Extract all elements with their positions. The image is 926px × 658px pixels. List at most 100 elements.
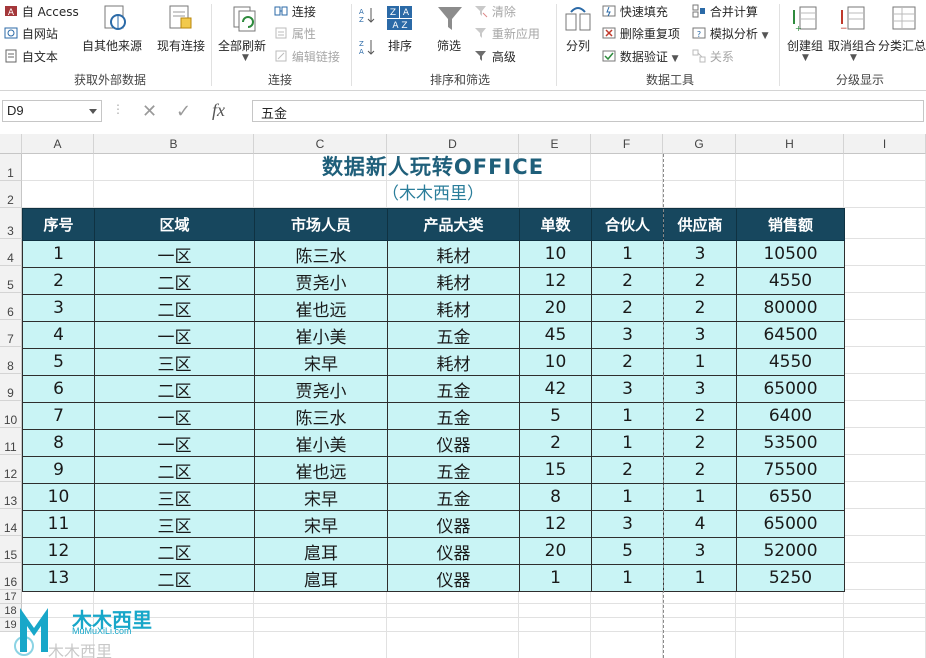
table-cell[interactable]: 6400 (736, 402, 845, 430)
table-cell[interactable]: 1 (22, 240, 95, 268)
table-cell[interactable]: 仪器 (387, 429, 520, 457)
existing-connections-button[interactable]: 现有连接 (157, 37, 205, 54)
row-header-1[interactable]: 1 (0, 154, 22, 181)
table-cell[interactable]: 3 (22, 294, 95, 322)
table-cell[interactable]: 三区 (94, 510, 255, 538)
table-cell[interactable]: 仪器 (387, 564, 520, 592)
table-cell[interactable]: 二区 (94, 456, 255, 484)
column-header-f[interactable]: F (591, 134, 663, 154)
relationships-button[interactable]: 关系 (692, 48, 734, 66)
table-cell[interactable]: 五金 (387, 483, 520, 511)
row-header-5[interactable]: 5 (0, 266, 22, 293)
table-cell[interactable]: 贾尧小 (254, 267, 388, 295)
table-cell[interactable]: 1 (591, 564, 664, 592)
table-cell[interactable]: 三区 (94, 483, 255, 511)
from-text-button[interactable]: 自文本 (4, 48, 58, 66)
table-header-cell[interactable]: 市场人员 (254, 208, 388, 241)
row-header-10[interactable]: 10 (0, 401, 22, 428)
insert-function-icon[interactable]: fx (212, 100, 225, 121)
flash-fill-button[interactable]: 快速填充 (602, 3, 668, 21)
table-cell[interactable]: 扈耳 (254, 537, 388, 565)
table-cell[interactable]: 一区 (94, 321, 255, 349)
table-cell[interactable]: 2 (663, 456, 737, 484)
table-cell[interactable]: 1 (519, 564, 592, 592)
ungroup-dropdown-icon[interactable]: ▼ (850, 53, 857, 63)
table-cell[interactable]: 15 (519, 456, 592, 484)
table-cell[interactable]: 3 (591, 375, 664, 403)
table-cell[interactable]: 5 (22, 348, 95, 376)
row-header-9[interactable]: 9 (0, 374, 22, 401)
table-cell[interactable]: 一区 (94, 240, 255, 268)
table-cell[interactable]: 扈耳 (254, 564, 388, 592)
column-header-a[interactable]: A (22, 134, 94, 154)
table-cell[interactable]: 12 (519, 267, 592, 295)
table-cell[interactable]: 2 (591, 267, 664, 295)
column-header-d[interactable]: D (387, 134, 519, 154)
table-cell[interactable]: 3 (663, 375, 737, 403)
row-header-3[interactable]: 3 (0, 208, 22, 239)
edit-links-button[interactable]: 编辑链接 (274, 48, 340, 66)
table-cell[interactable]: 5 (519, 402, 592, 430)
table-cell[interactable]: 五金 (387, 456, 520, 484)
table-cell[interactable]: 52000 (736, 537, 845, 565)
subtotal-button[interactable]: 分类汇总 (878, 37, 926, 54)
row-header-2[interactable]: 2 (0, 181, 22, 208)
table-cell[interactable]: 一区 (94, 402, 255, 430)
table-header-cell[interactable]: 供应商 (663, 208, 737, 241)
table-cell[interactable]: 1 (591, 483, 664, 511)
table-cell[interactable]: 五金 (387, 375, 520, 403)
table-cell[interactable]: 二区 (94, 537, 255, 565)
data-validation-button[interactable]: 数据验证 ▼ (602, 48, 679, 66)
table-cell[interactable]: 4550 (736, 348, 845, 376)
table-cell[interactable]: 一区 (94, 429, 255, 457)
cancel-icon[interactable]: ✕ (142, 101, 157, 122)
table-header-cell[interactable]: 单数 (519, 208, 592, 241)
row-header-15[interactable]: 15 (0, 536, 22, 563)
table-header-cell[interactable]: 销售额 (736, 208, 845, 241)
table-cell[interactable]: 陈三水 (254, 240, 388, 268)
table-cell[interactable]: 1 (663, 348, 737, 376)
name-box-dropdown-icon[interactable] (89, 109, 97, 114)
table-cell[interactable]: 二区 (94, 564, 255, 592)
table-cell[interactable]: 3 (663, 321, 737, 349)
table-cell[interactable]: 8 (519, 483, 592, 511)
table-cell[interactable]: 崔小美 (254, 429, 388, 457)
table-cell[interactable]: 1 (591, 240, 664, 268)
from-web-button[interactable]: 自网站 (4, 25, 58, 43)
table-cell[interactable]: 2 (663, 429, 737, 457)
sheet-subtitle[interactable]: （木木西里） (22, 181, 844, 208)
table-cell[interactable]: 80000 (736, 294, 845, 322)
properties-button[interactable]: 属性 (274, 25, 316, 43)
table-cell[interactable]: 10500 (736, 240, 845, 268)
formula-input[interactable]: 五金 (252, 100, 924, 122)
table-cell[interactable]: 仪器 (387, 537, 520, 565)
table-cell[interactable]: 宋早 (254, 483, 388, 511)
table-cell[interactable]: 3 (663, 537, 737, 565)
ungroup-button[interactable]: 取消组合 (828, 37, 876, 54)
table-cell[interactable]: 崔也远 (254, 456, 388, 484)
table-cell[interactable]: 崔也远 (254, 294, 388, 322)
row-header-11[interactable]: 11 (0, 428, 22, 455)
table-cell[interactable]: 贾尧小 (254, 375, 388, 403)
remove-duplicates-button[interactable]: 删除重复项 (602, 25, 680, 43)
table-cell[interactable]: 宋早 (254, 348, 388, 376)
table-cell[interactable]: 75500 (736, 456, 845, 484)
refresh-all-dropdown-icon[interactable]: ▼ (242, 53, 249, 63)
advanced-filter-button[interactable]: 高级 (474, 48, 516, 66)
table-cell[interactable]: 10 (22, 483, 95, 511)
table-cell[interactable]: 2 (663, 402, 737, 430)
table-cell[interactable]: 二区 (94, 267, 255, 295)
table-cell[interactable]: 耗材 (387, 294, 520, 322)
table-cell[interactable]: 20 (519, 537, 592, 565)
filter-button[interactable]: 筛选 (437, 37, 461, 54)
table-cell[interactable]: 65000 (736, 375, 845, 403)
table-header-cell[interactable]: 区域 (94, 208, 255, 241)
table-cell[interactable]: 二区 (94, 375, 255, 403)
table-cell[interactable]: 5250 (736, 564, 845, 592)
table-cell[interactable]: 13 (22, 564, 95, 592)
table-cell[interactable]: 2 (663, 294, 737, 322)
name-box[interactable]: D9 (2, 100, 102, 122)
table-cell[interactable]: 10 (519, 240, 592, 268)
table-cell[interactable]: 45 (519, 321, 592, 349)
column-header-e[interactable]: E (519, 134, 591, 154)
